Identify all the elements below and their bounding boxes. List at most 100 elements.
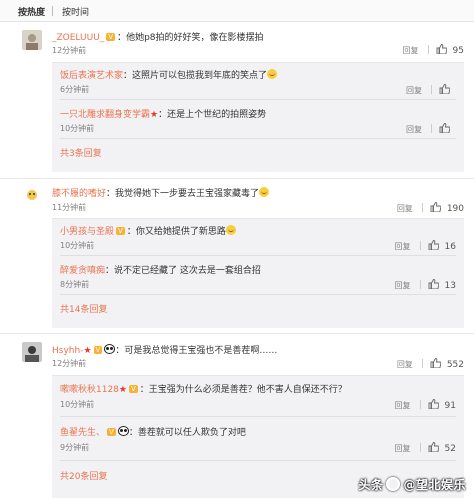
reply-username[interactable]: 一只北雕求翻身变学霸 (60, 110, 150, 120)
watermark-name: 望北娱乐 (415, 478, 466, 492)
reply-body: ：这照片可以包揽我到年底的笑点了 (123, 71, 268, 81)
reply-list: 饭后表演艺术家：这照片可以包揽我到年底的笑点了 6分钟前 回复 一只北雕求翻身变… (52, 62, 464, 172)
reply-button[interactable]: 回复 (403, 45, 419, 56)
like-button[interactable]: 552 (430, 358, 464, 370)
reply-text: 一只北雕求翻身变学霸★：还是上个世纪的拍照姿势 (60, 107, 266, 120)
reply-text: 醉爱贪嗔痴：说不定已经藏了 这次去是一套组合招 (60, 263, 261, 276)
reply-time: 10分钟前 (60, 400, 95, 409)
panda-emoji-icon (104, 344, 116, 354)
comment-actions: 回复 190 (397, 202, 464, 214)
more-replies-link[interactable]: 共3条回复 (60, 146, 102, 159)
reply-button[interactable]: 回复 (397, 203, 413, 214)
comment-divider (0, 178, 474, 179)
comment-text: 膝不履的嗜好：我觉得她下一步要去王宝强家藏毒了 (52, 186, 270, 199)
reply-divider (60, 255, 456, 256)
watermark-at: @ (403, 478, 416, 492)
vip-badge-icon: V (106, 33, 116, 41)
thumbs-up-icon (428, 442, 439, 452)
vip-badge-icon: V (107, 428, 116, 436)
reply-body: ：王宝强为什么必须是善茬？他不害人自保还不行？ (139, 385, 347, 395)
reply-divider (60, 416, 456, 417)
reply-button[interactable]: 回复 (395, 280, 411, 291)
laugh-emoji-icon (225, 225, 236, 235)
reply-username[interactable]: 鱼翟先生、 (60, 428, 105, 438)
like-button[interactable]: 91 (428, 399, 456, 411)
reply-divider (60, 138, 456, 139)
watermark: 头条 @望北娱乐 (358, 476, 466, 493)
reply-button[interactable]: 回复 (406, 124, 422, 135)
reply-button[interactable]: 回复 (395, 443, 411, 454)
reply-divider (60, 99, 456, 100)
tab-hot[interactable]: 按热度 (18, 5, 45, 18)
reply-button[interactable]: 回复 (395, 241, 411, 252)
thumbs-up-icon (436, 44, 447, 54)
comment-time: 12分钟前 (52, 359, 87, 368)
comment-username[interactable]: _ZOELUUU_ (52, 33, 104, 43)
comment-body: ：我觉得她下一步要去王宝强家藏毒了 (106, 189, 260, 199)
like-count: 13 (444, 281, 456, 291)
reply-text: 小男孩与圣殿 V ：你又给她提供了新思路 (60, 224, 236, 237)
comment-text: _ZOELUUU_ V ：他她p8拍的好好笑，像在影楼摆拍 (52, 30, 264, 43)
star-badge-icon: ★ (118, 385, 127, 395)
reply-actions: 回复 91 (395, 399, 456, 411)
reply-list: 小男孩与圣殿 V ：你又给她提供了新思路 10分钟前 回复 16 醉爱贪嗔痴：说不定已… (52, 218, 464, 328)
reply-username[interactable]: 饭后表演艺术家 (60, 71, 123, 81)
more-replies-link[interactable]: 共20条回复 (60, 469, 107, 482)
like-button[interactable]: 16 (428, 240, 456, 252)
reply-body: ：说不定已经藏了 这次去是一套组合招 (105, 266, 261, 276)
reply-button[interactable]: 回复 (397, 359, 413, 370)
comment-username[interactable]: 膝不履的嗜好 (52, 189, 106, 199)
reply-username[interactable]: 醉爱贪嗔痴 (60, 266, 105, 276)
like-count: 16 (444, 242, 456, 252)
reply-time: 10分钟前 (60, 124, 95, 133)
reply-actions: 回复 13 (395, 279, 456, 291)
reply-actions: 回复 52 (395, 442, 456, 454)
like-count: 190 (446, 204, 464, 214)
reply-text: 鱼翟先生、 V ：善茬就可以任人欺负了对吧 (60, 425, 246, 438)
comment-actions: 回复 552 (397, 358, 464, 370)
avatar[interactable] (22, 186, 42, 206)
comment-username[interactable]: Hsyhh- (52, 346, 83, 356)
panda-emoji-icon (117, 426, 129, 436)
like-button[interactable]: 52 (428, 442, 456, 454)
thumbs-up-icon (439, 123, 450, 133)
reply-body: ：善茬就可以任人欺负了对吧 (128, 428, 246, 438)
like-button[interactable]: 13 (428, 279, 456, 291)
comment-text: Hsyhh-★ V ：可是我总觉得王宝强也不是善茬啊…… (52, 343, 277, 356)
reply-username[interactable]: 小男孩与圣殿 (60, 227, 114, 237)
tab-time[interactable]: 按时间 (62, 5, 89, 18)
star-badge-icon: ★ (150, 110, 159, 120)
sort-tabs: 按热度 按时间 (0, 0, 474, 22)
toutiao-logo-icon (386, 477, 401, 491)
thumbs-up-icon (428, 279, 439, 289)
tab-divider (52, 6, 53, 16)
reply-actions: 回复 16 (395, 240, 456, 252)
reply-text: 嗽嗽秋秋1128★ V ：王宝强为什么必须是善茬？他不害人自保还不行？ (60, 382, 347, 395)
comment-body: ：可是我总觉得王宝强也不是善茬啊…… (115, 346, 278, 356)
reply-button[interactable]: 回复 (395, 400, 411, 411)
comment-time: 11分钟前 (52, 203, 87, 212)
comment-body: ：他她p8拍的好好笑，像在影楼摆拍 (117, 33, 264, 43)
like-button[interactable]: 95 (436, 44, 464, 56)
like-count: 91 (444, 401, 456, 411)
comment-actions: 回复 95 (403, 44, 464, 56)
avatar[interactable] (22, 30, 42, 50)
laugh-emoji-icon (267, 69, 278, 79)
reply-username[interactable]: 嗽嗽秋秋1128 (60, 385, 119, 395)
avatar[interactable] (22, 342, 42, 362)
reply-time: 9分钟前 (60, 443, 90, 452)
more-replies-link[interactable]: 共14条回复 (60, 302, 107, 315)
like-button[interactable]: 190 (430, 202, 464, 214)
like-button[interactable] (439, 84, 456, 96)
reply-button[interactable]: 回复 (406, 85, 422, 96)
like-button[interactable] (439, 123, 456, 135)
thumbs-up-icon (430, 358, 441, 368)
reply-time: 6分钟前 (60, 85, 90, 94)
comment-divider (0, 333, 474, 334)
vip-badge-icon: V (128, 385, 138, 393)
thumbs-up-icon (439, 84, 450, 94)
reply-text: 饭后表演艺术家：这照片可以包揽我到年底的笑点了 (60, 68, 278, 81)
reply-time: 10分钟前 (60, 241, 95, 250)
thumbs-up-icon (428, 399, 439, 409)
watermark-prefix: 头条 (358, 478, 384, 492)
